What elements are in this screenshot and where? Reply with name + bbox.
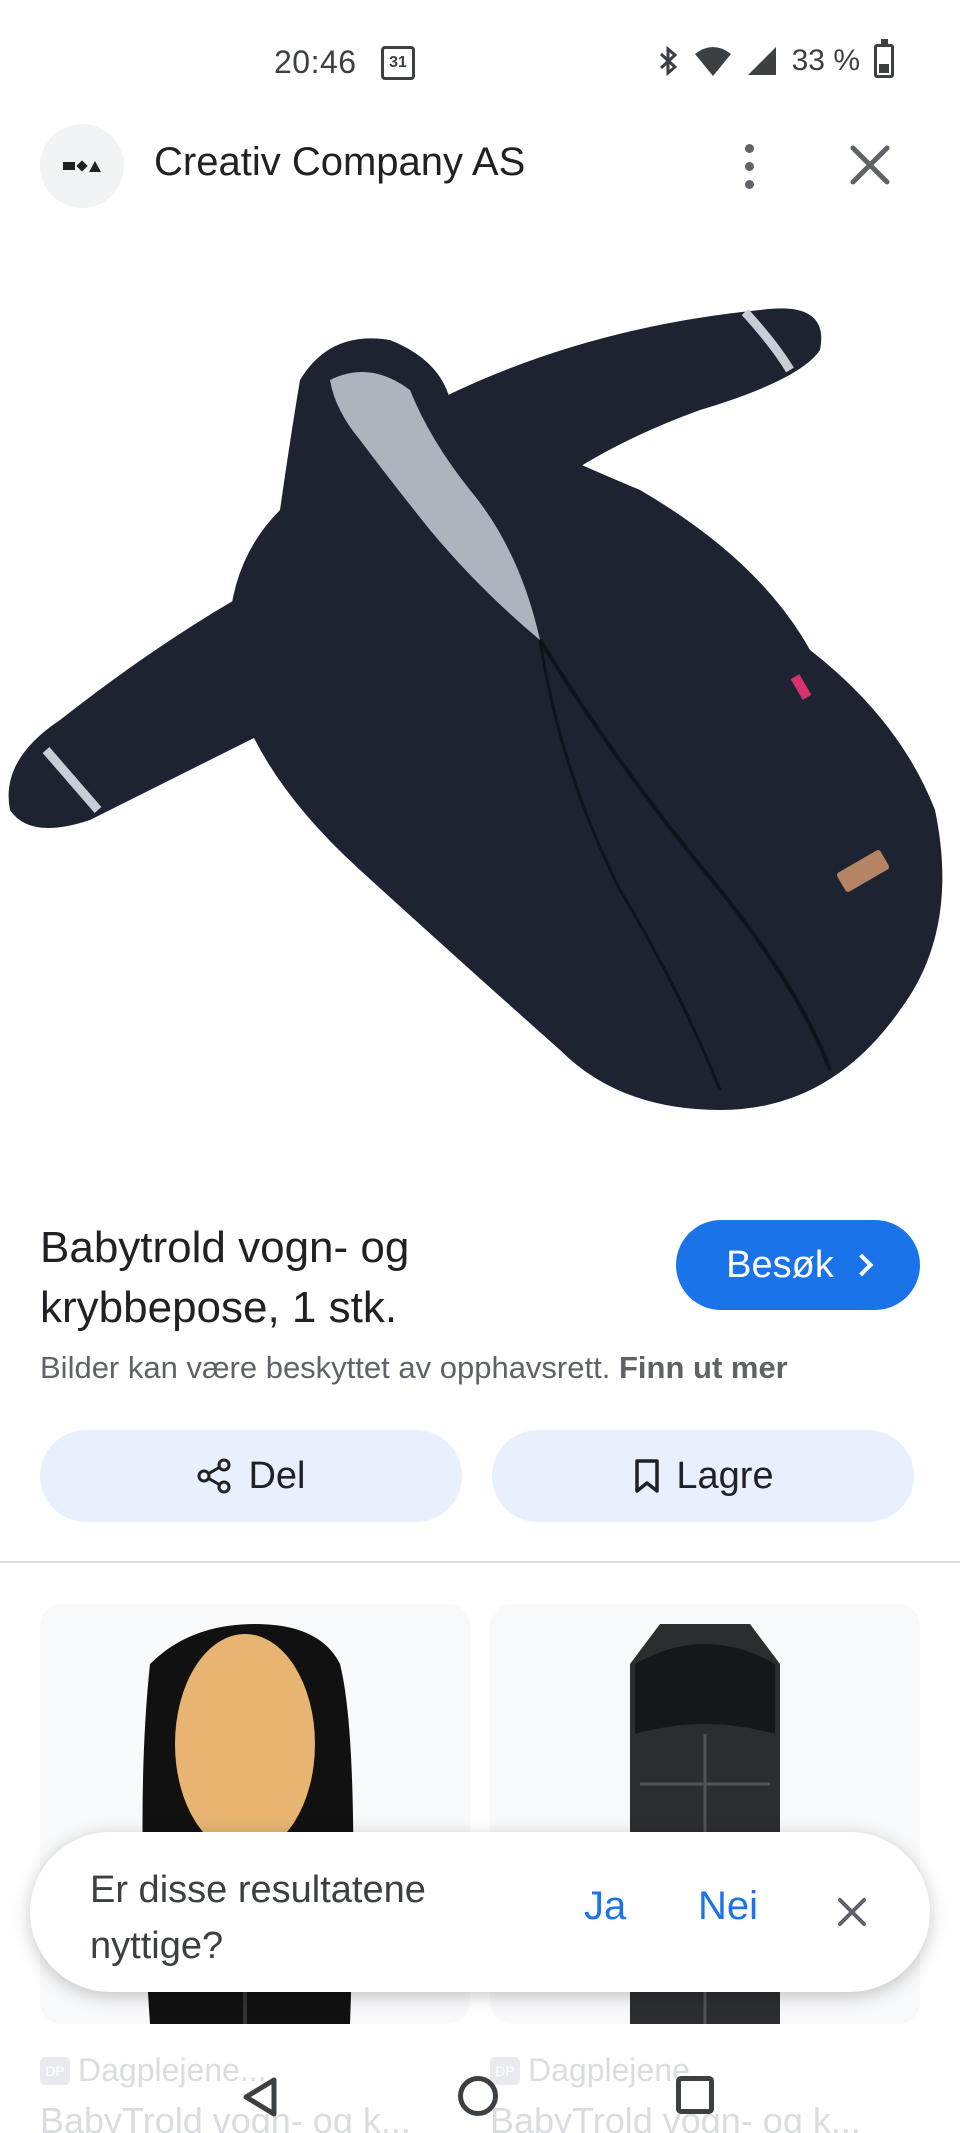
battery-percent: 33 %: [791, 44, 860, 77]
visit-button[interactable]: Besøk: [676, 1220, 920, 1310]
share-button-label: Del: [248, 1454, 306, 1497]
logo-triangle-shape: [89, 160, 101, 172]
bluetooth-icon: [659, 45, 677, 77]
save-button[interactable]: Lagre: [492, 1430, 914, 1522]
calendar-icon: 31: [381, 46, 415, 80]
site-logo[interactable]: [40, 124, 124, 208]
wifi-icon: [694, 47, 731, 76]
feedback-no-button[interactable]: Nei: [698, 1884, 758, 1929]
feedback-yes-button[interactable]: Ja: [584, 1884, 626, 1929]
close-icon[interactable]: [830, 1890, 874, 1934]
source-header: Creativ Company AS: [0, 120, 960, 212]
sleeping-bag-illustration: [8, 308, 943, 1110]
chevron-right-icon: [850, 1253, 874, 1277]
logo-diamond-shape: [76, 160, 88, 172]
system-nav-bar: [0, 2040, 960, 2133]
copyright-text: Bilder kan være beskyttet av opphavsrett…: [40, 1350, 611, 1385]
more-dot-icon: [744, 161, 754, 171]
home-icon[interactable]: [458, 2076, 498, 2116]
logo-square-shape: [63, 162, 75, 170]
feedback-toast: Er disse resultatene nyttige? Ja Nei: [30, 1832, 930, 1992]
more-dot-icon: [744, 179, 754, 189]
battery-icon: [874, 39, 894, 78]
divider: [0, 1561, 960, 1563]
feedback-question: Er disse resultatene nyttige?: [90, 1869, 426, 1967]
close-icon[interactable]: [845, 140, 895, 190]
save-button-label: Lagre: [676, 1454, 774, 1497]
bookmark-icon: [635, 1459, 660, 1493]
status-time: 20:46: [274, 44, 357, 80]
site-name[interactable]: Creativ Company AS: [154, 140, 525, 185]
more-dot-icon: [744, 143, 754, 153]
learn-more-link[interactable]: Finn ut mer: [619, 1350, 788, 1385]
more-options-button[interactable]: [724, 134, 774, 198]
back-icon[interactable]: [240, 2076, 280, 2118]
copyright-notice: Bilder kan være beskyttet av opphavsrett…: [40, 1350, 788, 1386]
cellular-signal-icon: [747, 47, 776, 75]
share-icon: [197, 1458, 231, 1494]
product-title: Babytrold vogn- og krybbepose, 1 stk.: [40, 1223, 410, 1332]
status-right: 33 %: [658, 39, 894, 78]
share-button[interactable]: Del: [40, 1430, 462, 1522]
product-image[interactable]: [0, 250, 960, 1130]
battery-fill: [879, 63, 889, 73]
visit-button-label: Besøk: [726, 1243, 834, 1286]
status-bar: 20:46 31 33 %: [0, 0, 960, 130]
recent-apps-icon[interactable]: [676, 2076, 714, 2114]
